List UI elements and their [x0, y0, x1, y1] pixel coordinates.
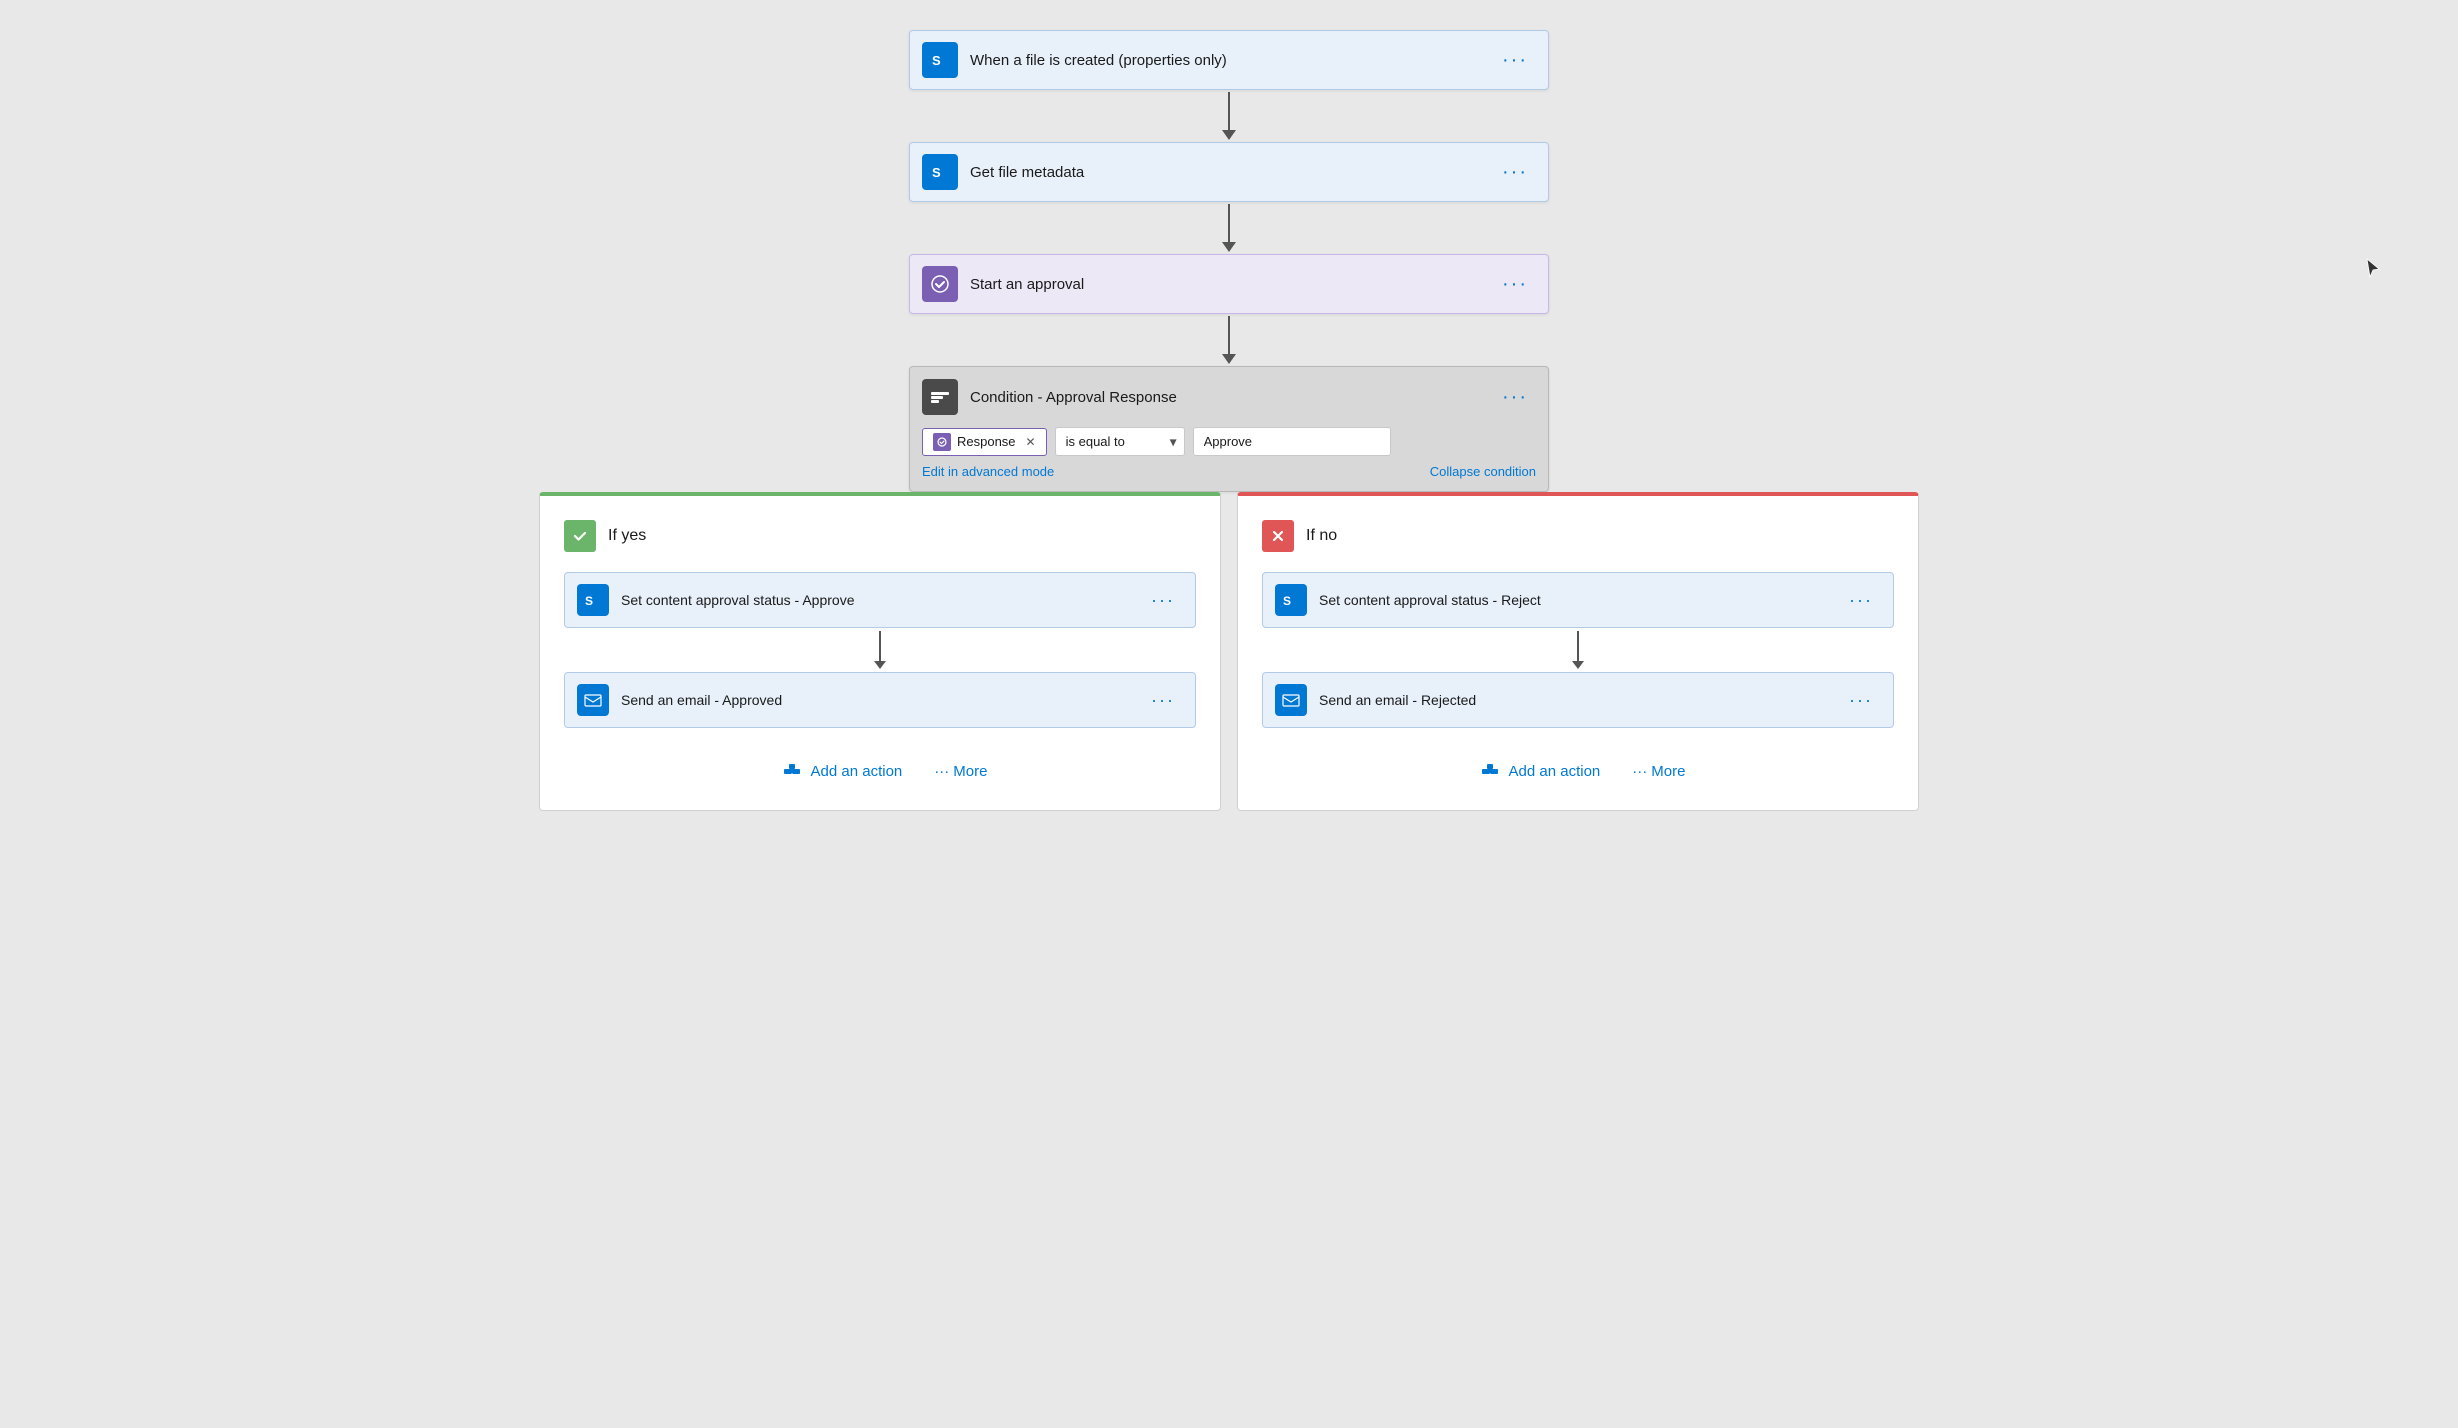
approval-node: Start an approval ···	[909, 254, 1549, 314]
no-action-2: Send an email - Rejected ···	[1262, 672, 1894, 728]
no-add-action-icon	[1479, 760, 1501, 782]
condition-icon	[922, 379, 958, 415]
yes-more-button[interactable]: ··· More	[934, 763, 987, 780]
trigger-label: When a file is created (properties only)	[970, 52, 1494, 69]
arrow-1	[1222, 90, 1236, 142]
no-action-1-label: Set content approval status - Reject	[1319, 592, 1841, 608]
condition-more[interactable]: ···	[1494, 382, 1536, 413]
yes-action-1-label: Set content approval status - Approve	[621, 592, 1143, 608]
yes-add-action-icon	[781, 760, 803, 782]
no-action-2-more[interactable]: ···	[1841, 686, 1881, 715]
branch-no-title: If no	[1306, 527, 1337, 545]
no-more-button[interactable]: ··· More	[1632, 763, 1685, 780]
condition-operator-wrap[interactable]: is equal to is not equal to contains	[1055, 427, 1185, 456]
yes-more-dots: ···	[934, 763, 949, 780]
sharepoint-trigger-icon: S	[922, 42, 958, 78]
yes-arrow-1	[564, 628, 1196, 672]
yes-action-1-more[interactable]: ···	[1143, 586, 1183, 615]
get-metadata-more[interactable]: ···	[1494, 157, 1536, 188]
approval-label: Start an approval	[970, 276, 1494, 293]
no-add-action-area: Add an action ··· More	[1262, 756, 1894, 786]
branch-no-header: If no	[1262, 520, 1894, 552]
approval-icon	[922, 266, 958, 302]
no-more-dots: ···	[1632, 763, 1647, 780]
svg-text:S: S	[932, 165, 941, 180]
collapse-condition-link[interactable]: Collapse condition	[1430, 464, 1536, 479]
yes-add-action-label: Add an action	[811, 763, 903, 780]
response-pill: Response ✕	[922, 428, 1047, 456]
no-action-2-label: Send an email - Rejected	[1319, 692, 1841, 708]
trigger-node: S When a file is created (properties onl…	[909, 30, 1549, 90]
no-action-1-more[interactable]: ···	[1841, 586, 1881, 615]
yes-action-2-more[interactable]: ···	[1143, 686, 1183, 715]
yes-action-2: Send an email - Approved ···	[564, 672, 1196, 728]
no-add-action-button[interactable]: Add an action	[1471, 756, 1609, 786]
sharepoint-metadata-icon: S	[922, 154, 958, 190]
condition-label: Condition - Approval Response	[970, 389, 1494, 406]
branch-yes-header: If yes	[564, 520, 1196, 552]
no-action-1: S Set content approval status - Reject ·…	[1262, 572, 1894, 628]
get-metadata-node: S Get file metadata ···	[909, 142, 1549, 202]
svg-text:S: S	[1283, 594, 1291, 608]
branch-no: If no S Set content approval status - Re…	[1237, 492, 1919, 811]
condition-operator-select[interactable]: is equal to is not equal to contains	[1055, 427, 1185, 456]
response-close[interactable]: ✕	[1026, 435, 1036, 449]
get-metadata-label: Get file metadata	[970, 164, 1494, 181]
approval-more[interactable]: ···	[1494, 269, 1536, 300]
yes-action-1: S Set content approval status - Approve …	[564, 572, 1196, 628]
no-action-1-icon: S	[1275, 584, 1307, 616]
no-add-action-label: Add an action	[1509, 763, 1601, 780]
yes-more-label: More	[953, 763, 987, 780]
yes-action-1-icon: S	[577, 584, 609, 616]
no-action-2-icon	[1275, 684, 1307, 716]
yes-action-2-label: Send an email - Approved	[621, 692, 1143, 708]
arrow-2	[1222, 202, 1236, 254]
yes-add-action-button[interactable]: Add an action	[773, 756, 911, 786]
svg-text:S: S	[585, 594, 593, 608]
yes-add-action-area: Add an action ··· More	[564, 756, 1196, 786]
response-pill-icon	[933, 433, 951, 451]
branch-container: If yes S Set content approval status - A…	[539, 492, 1919, 811]
no-more-label: More	[1651, 763, 1685, 780]
branch-yes-title: If yes	[608, 527, 646, 545]
yes-badge	[564, 520, 596, 552]
response-label: Response	[957, 434, 1016, 449]
trigger-more[interactable]: ···	[1494, 45, 1536, 76]
condition-value-input[interactable]	[1193, 427, 1391, 456]
no-arrow-1	[1262, 628, 1894, 672]
condition-node: Condition - Approval Response ···	[909, 366, 1549, 492]
yes-action-2-icon	[577, 684, 609, 716]
edit-advanced-link[interactable]: Edit in advanced mode	[922, 464, 1054, 479]
svg-text:S: S	[932, 53, 941, 68]
branch-yes: If yes S Set content approval status - A…	[539, 492, 1221, 811]
no-badge	[1262, 520, 1294, 552]
arrow-3	[1222, 314, 1236, 366]
